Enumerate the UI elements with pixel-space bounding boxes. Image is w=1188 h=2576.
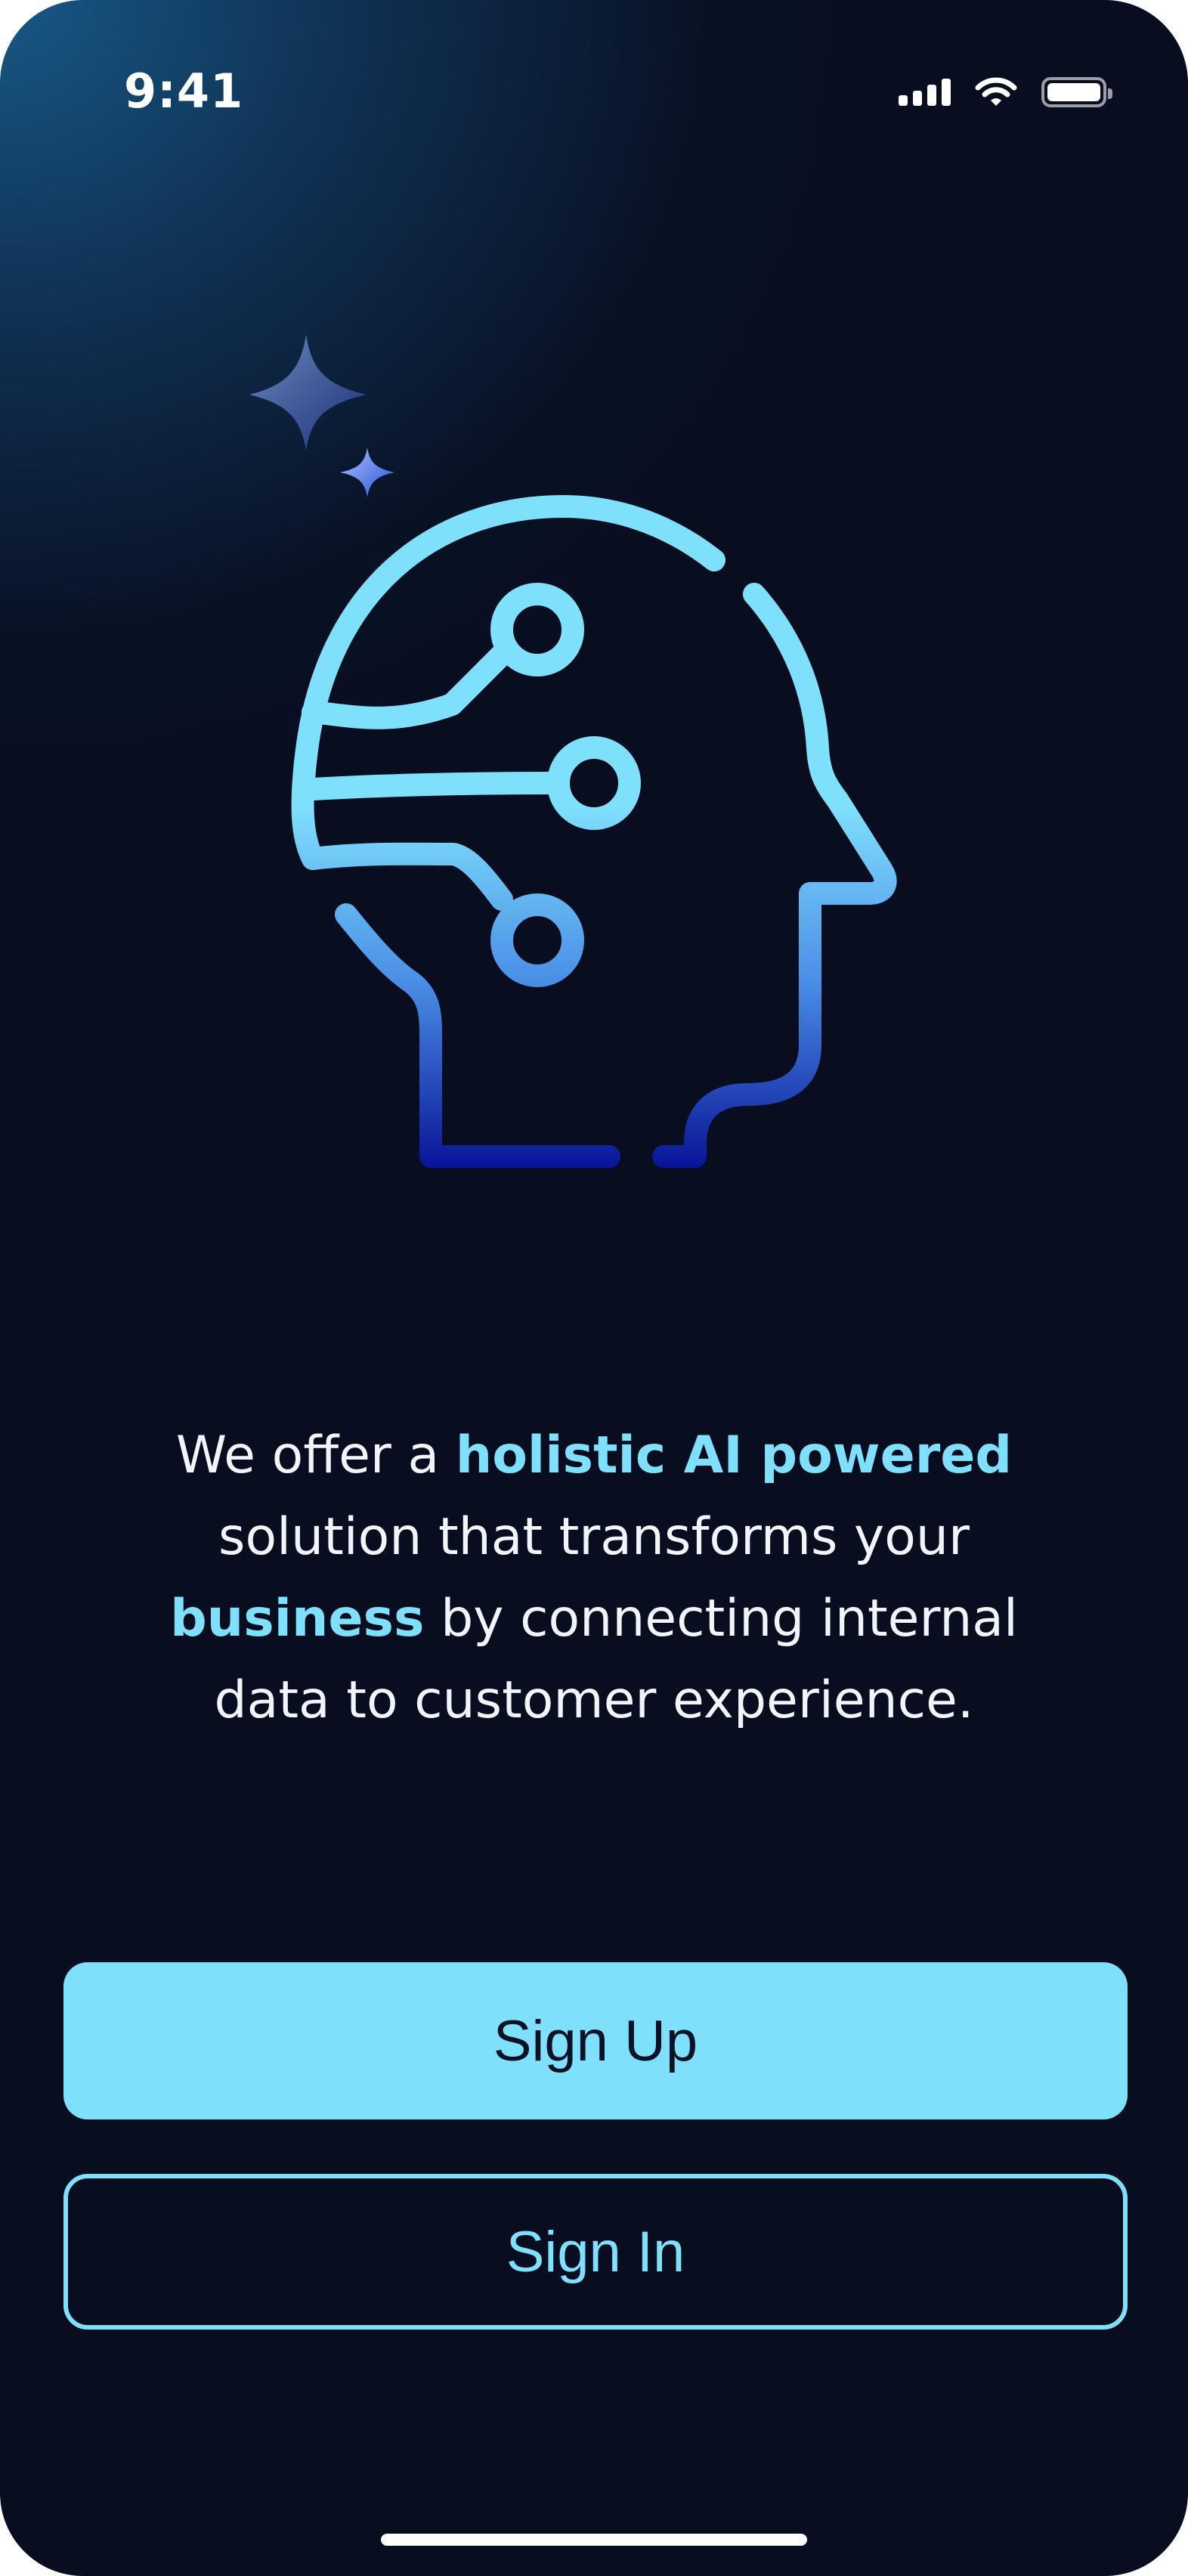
status-time: 9:41 [124,63,244,119]
status-icons [899,77,1112,107]
sign-in-button[interactable]: Sign In [63,2174,1128,2330]
description-part-2: solution that transforms your [218,1507,970,1567]
description-part-1: We offer a [175,1426,456,1485]
home-indicator[interactable] [381,2534,807,2546]
description-highlight-1: holistic AI powered [455,1426,1013,1485]
battery-icon [1041,77,1112,107]
signal-icon [899,79,951,106]
sign-in-label: Sign In [506,2219,685,2284]
sparkle-small-icon [340,447,394,497]
welcome-screen: 9:41 We offer a holistic AI powered solu… [0,0,1188,2576]
ai-head-circuit-icon [249,334,897,1168]
sign-up-label: Sign Up [493,2008,698,2073]
status-bar: 9:41 [0,0,1188,181]
sparkle-large-icon [249,334,367,450]
description-highlight-2: business [170,1589,425,1649]
wifi-icon [975,77,1017,106]
sign-up-button[interactable]: Sign Up [63,1962,1128,2119]
description-text: We offer a holistic AI powered solution … [128,1415,1060,1742]
